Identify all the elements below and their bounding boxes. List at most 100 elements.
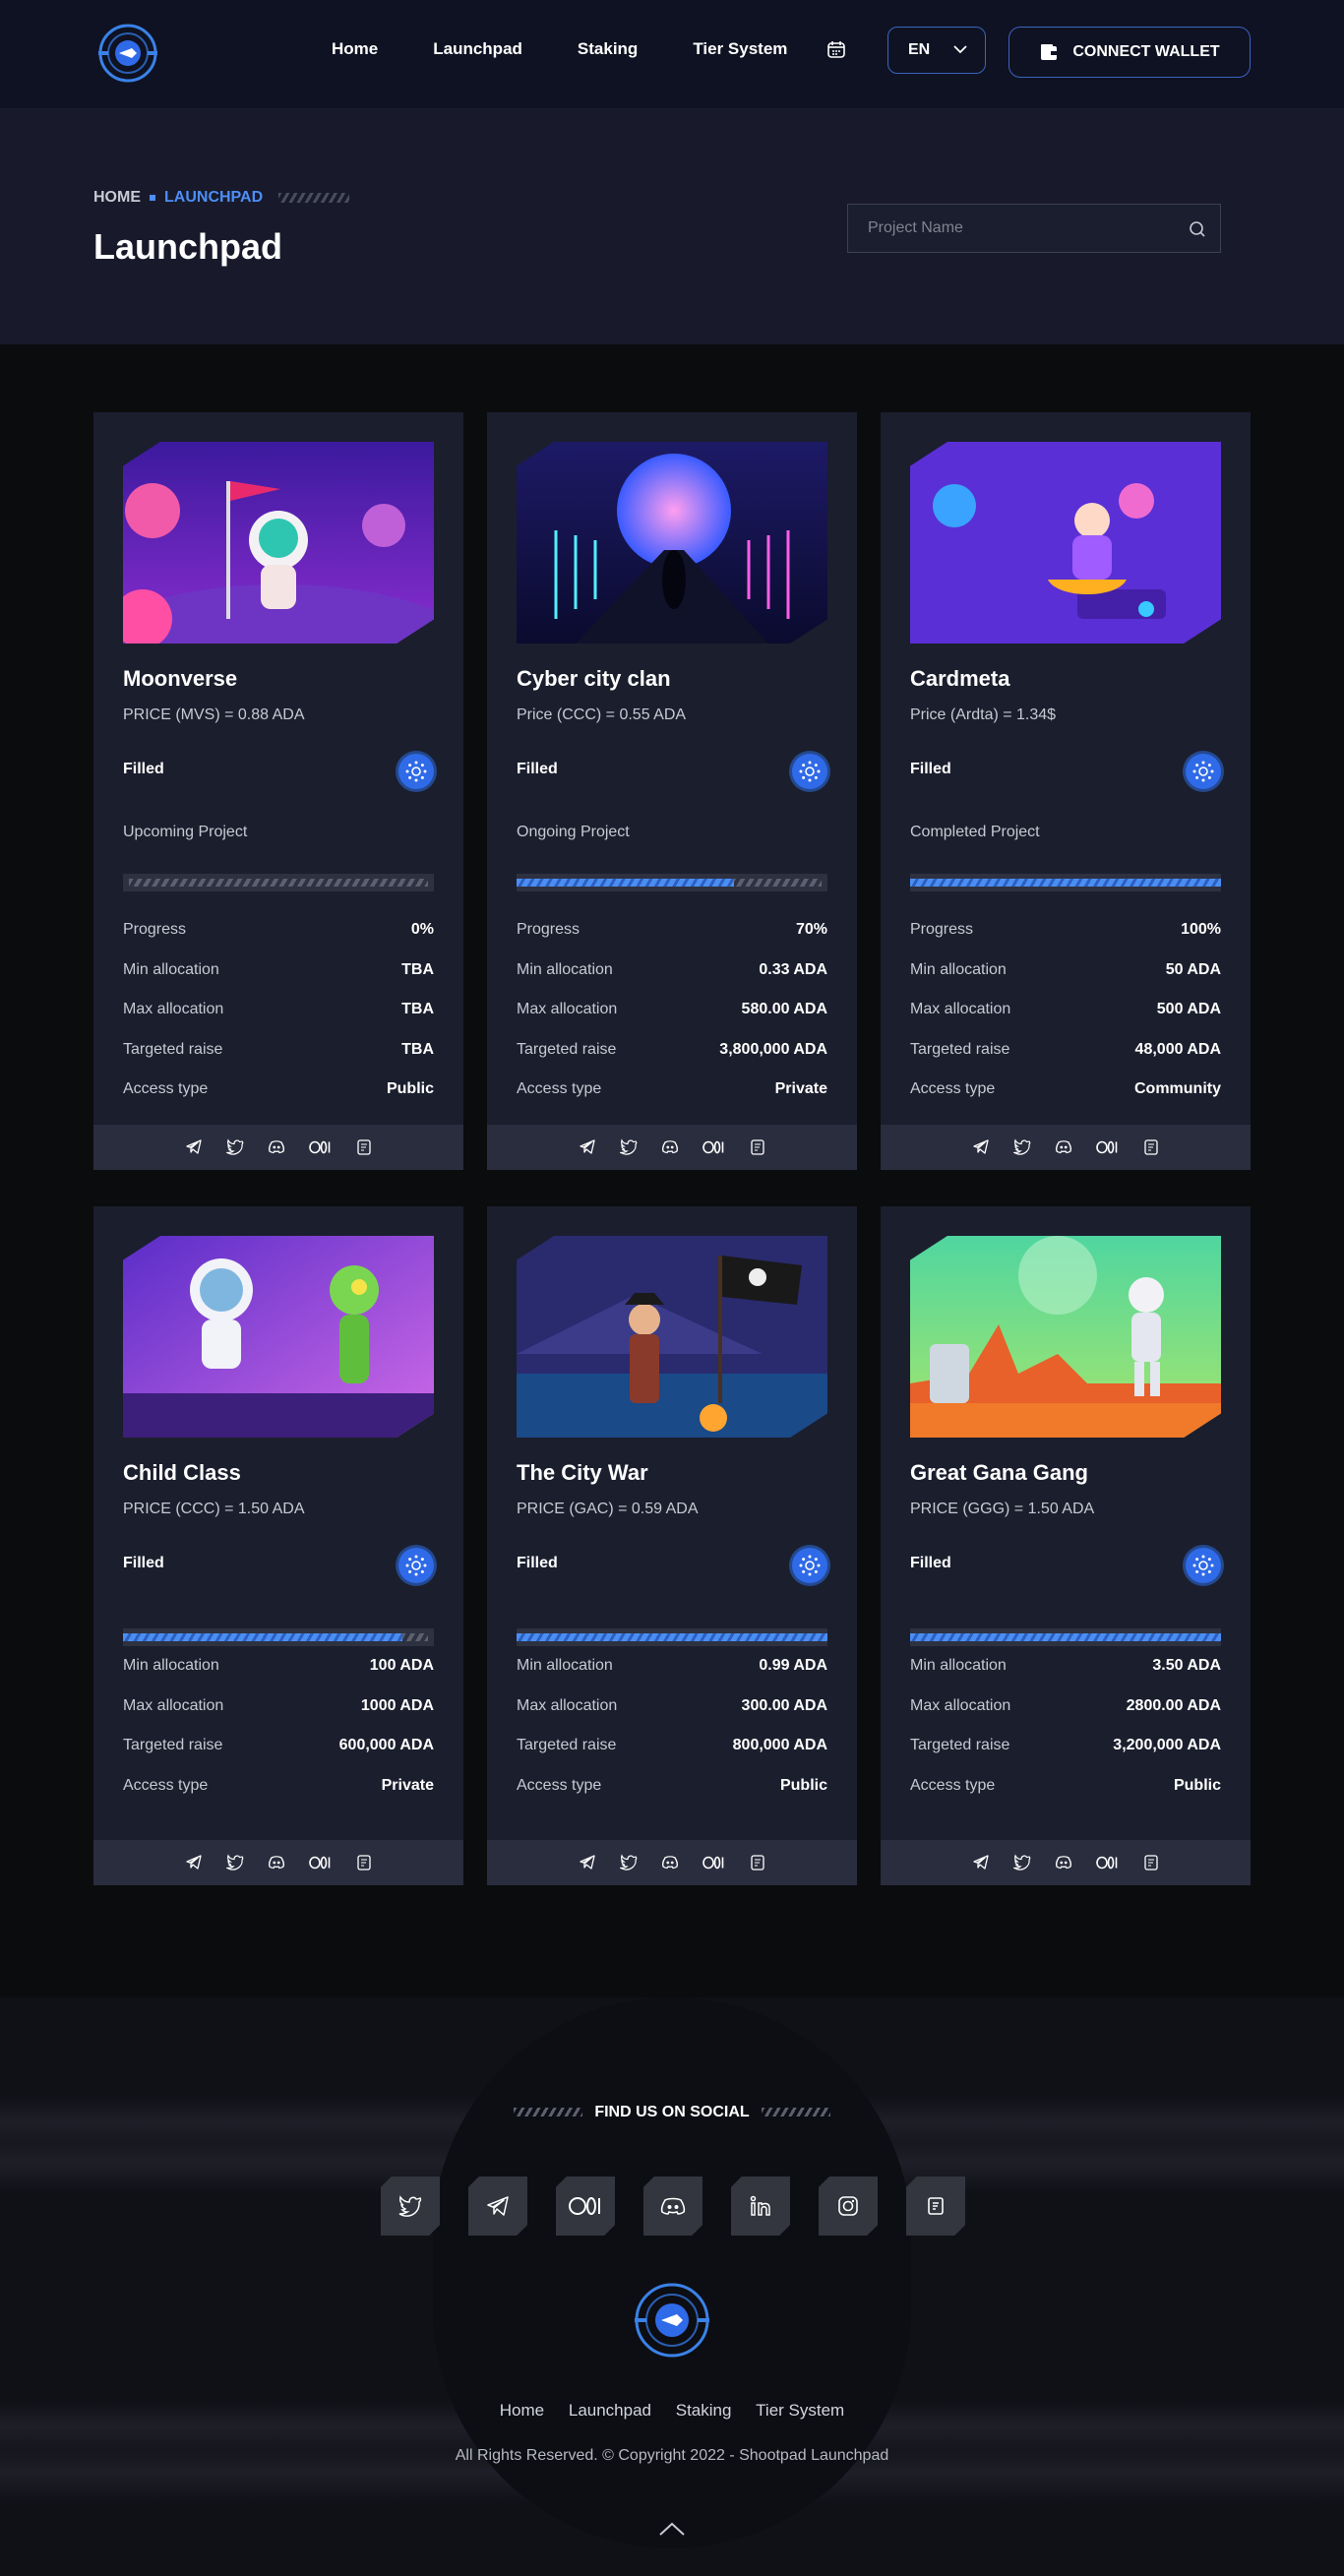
stat-label: Targeted raise [123, 1040, 223, 1058]
project-image[interactable] [910, 442, 1221, 644]
social-discord[interactable] [643, 2177, 703, 2236]
social-heading: FIND US ON SOCIAL [0, 2104, 1344, 2121]
project-image[interactable] [123, 1236, 434, 1438]
breadcrumb-current: LAUNCHPAD [164, 189, 264, 206]
connect-wallet-button[interactable]: CONNECT WALLET [1008, 27, 1251, 78]
project-stat-row: Min allocation 100 ADA [123, 1657, 434, 1675]
stat-label: Min allocation [517, 960, 613, 978]
project-name[interactable]: Moonverse [123, 666, 237, 692]
social-telegram[interactable] [468, 2177, 527, 2236]
project-name[interactable]: Cyber city clan [517, 666, 671, 692]
medium-icon[interactable] [1095, 1854, 1119, 1871]
project-status: Filled [517, 1555, 558, 1571]
project-name[interactable]: Child Class [123, 1460, 241, 1486]
search-input[interactable] [848, 205, 1220, 252]
project-image[interactable] [517, 1236, 827, 1438]
social-twitter[interactable] [381, 2177, 440, 2236]
medium-icon[interactable] [702, 1854, 725, 1871]
project-phase: Completed Project [910, 824, 1040, 840]
stat-value: 580.00 ADA [741, 1001, 827, 1017]
medium-icon[interactable] [702, 1138, 725, 1156]
nav-home[interactable]: Home [332, 39, 378, 59]
project-card[interactable]: Moonverse PRICE (MVS) = 0.88 ADA Filled … [93, 412, 463, 1170]
stat-label: Targeted raise [910, 1040, 1010, 1058]
social-links [381, 2177, 965, 2236]
stat-value: 3.50 ADA [1152, 1657, 1221, 1674]
twitter-icon[interactable] [619, 1854, 638, 1871]
discord-icon[interactable] [661, 1138, 679, 1156]
twitter-icon[interactable] [1012, 1138, 1031, 1156]
nav-launchpad[interactable]: Launchpad [433, 39, 522, 59]
instagram-icon [838, 2196, 858, 2216]
gitbook-icon[interactable] [1142, 1138, 1160, 1156]
footer-logo[interactable] [633, 2281, 711, 2360]
gitbook-icon[interactable] [355, 1854, 373, 1871]
discord-icon[interactable] [661, 1854, 679, 1871]
stat-value: 100% [1181, 921, 1221, 938]
project-name[interactable]: The City War [517, 1460, 648, 1486]
project-stat-row: Max allocation 580.00 ADA [517, 1001, 827, 1018]
breadcrumb-home[interactable]: HOME [93, 189, 141, 207]
discord-icon[interactable] [1055, 1854, 1072, 1871]
project-image[interactable] [123, 442, 434, 644]
language-select[interactable]: EN [887, 27, 986, 74]
social-instagram[interactable] [819, 2177, 878, 2236]
social-linkedin[interactable] [731, 2177, 790, 2236]
project-image[interactable] [517, 442, 827, 644]
nav-staking[interactable]: Staking [578, 39, 638, 59]
project-name[interactable]: Cardmeta [910, 666, 1009, 692]
calendar-icon[interactable] [826, 39, 846, 59]
project-image[interactable] [910, 1236, 1221, 1438]
telegram-icon[interactable] [185, 1854, 203, 1871]
project-card[interactable]: Great Gana Gang PRICE (GGG) = 1.50 ADA F… [881, 1206, 1251, 1885]
telegram-icon[interactable] [185, 1138, 203, 1156]
cardano-icon [792, 754, 827, 789]
stat-label: Access type [123, 1080, 209, 1097]
project-social-links [881, 1840, 1251, 1885]
twitter-icon[interactable] [225, 1854, 244, 1871]
gitbook-icon[interactable] [355, 1138, 373, 1156]
social-gitbook[interactable] [906, 2177, 965, 2236]
gitbook-icon[interactable] [1142, 1854, 1160, 1871]
footer-nav-staking[interactable]: Staking [676, 2401, 732, 2420]
project-card[interactable]: Cyber city clan Price (CCC) = 0.55 ADA F… [487, 412, 857, 1170]
footer-nav-tier-system[interactable]: Tier System [756, 2401, 844, 2420]
project-price: PRICE (CCC) = 1.50 ADA [123, 1501, 305, 1517]
footer-nav-launchpad[interactable]: Launchpad [569, 2401, 651, 2420]
footer-nav-home[interactable]: Home [500, 2401, 544, 2420]
social-medium[interactable] [556, 2177, 615, 2236]
twitter-icon[interactable] [1012, 1854, 1031, 1871]
project-name[interactable]: Great Gana Gang [910, 1460, 1088, 1486]
project-stat-row: Targeted raise 3,800,000 ADA [517, 1041, 827, 1059]
search-icon[interactable] [1189, 220, 1206, 238]
stat-value: 300.00 ADA [741, 1696, 827, 1714]
scroll-to-top-icon[interactable] [658, 2521, 686, 2537]
stat-label: Targeted raise [123, 1737, 223, 1753]
nav-tier-system[interactable]: Tier System [693, 39, 787, 59]
twitter-icon[interactable] [619, 1138, 638, 1156]
gitbook-icon[interactable] [749, 1138, 766, 1156]
project-card[interactable]: The City War PRICE (GAC) = 0.59 ADA Fill… [487, 1206, 857, 1885]
discord-icon[interactable] [268, 1138, 285, 1156]
twitter-icon[interactable] [225, 1138, 244, 1156]
progress-track [129, 879, 428, 887]
stat-value: Public [386, 1080, 434, 1097]
project-card[interactable]: Child Class PRICE (CCC) = 1.50 ADA Fille… [93, 1206, 463, 1885]
medium-icon[interactable] [308, 1138, 332, 1156]
stat-label: Targeted raise [517, 1040, 617, 1058]
stat-value: 800,000 ADA [732, 1737, 827, 1753]
telegram-icon[interactable] [579, 1854, 596, 1871]
telegram-icon[interactable] [579, 1138, 596, 1156]
telegram-icon[interactable] [972, 1854, 990, 1871]
medium-icon[interactable] [308, 1854, 332, 1871]
stat-label: Min allocation [910, 960, 1007, 978]
gitbook-icon[interactable] [749, 1854, 766, 1871]
project-card[interactable]: Cardmeta Price (Ardta) = 1.34$ Filled Co… [881, 412, 1251, 1170]
telegram-icon[interactable] [972, 1138, 990, 1156]
discord-icon[interactable] [1055, 1138, 1072, 1156]
stat-label: Min allocation [910, 1657, 1007, 1674]
shootpad-logo[interactable] [92, 22, 163, 85]
discord-icon[interactable] [268, 1854, 285, 1871]
medium-icon[interactable] [1095, 1138, 1119, 1156]
cardano-icon [1186, 1548, 1221, 1583]
